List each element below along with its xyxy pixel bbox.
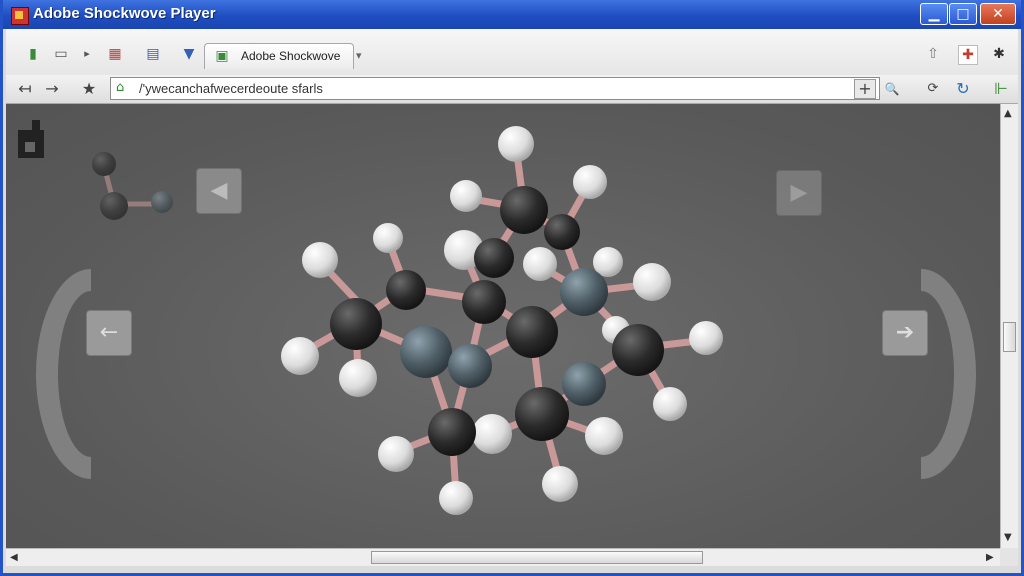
navigation-bar: ↤ → ★ ⌂ /'ywecanchafwecerdeoute sfarls +… [6, 75, 1018, 104]
scrollbar-corner [1000, 548, 1018, 566]
minimize-button[interactable]: ▁ [920, 3, 948, 25]
molecule-3d-view[interactable] [6, 104, 1000, 548]
back-icon[interactable]: ↤ [14, 78, 36, 100]
small-molecule-thumbnail [92, 152, 173, 220]
tab-page-icon: ▣ [215, 48, 229, 64]
extension-icon[interactable]: ⊩ [990, 78, 1012, 100]
horizontal-scrollbar[interactable]: ◀ ▶ [6, 548, 1000, 566]
scroll-right-arrow[interactable]: ▶ [986, 552, 994, 563]
tab-shockwave[interactable]: ▣ Adobe Shockwove [204, 43, 354, 69]
filter-icon[interactable]: ▼ [180, 45, 198, 63]
search-icon[interactable]: 🔍 [881, 78, 903, 100]
app-icon [11, 7, 29, 25]
window-title: Adobe Shockwove Player [33, 5, 216, 22]
vertical-scrollbar[interactable]: ▲ ▼ [1000, 104, 1018, 548]
copy-icon[interactable]: ▭ [52, 45, 70, 63]
close-button[interactable]: ✕ [980, 3, 1016, 25]
tab-label: Adobe Shockwove [241, 49, 341, 63]
addon-icon[interactable]: ✚ [958, 45, 978, 65]
title-bar[interactable]: Adobe Shockwove Player ▁ □ ✕ [3, 0, 1021, 29]
secure-page-icon: ⌂ [116, 80, 125, 95]
shockwave-canvas[interactable]: ← ➔ ◀ ▶ [6, 104, 1000, 548]
scroll-down-arrow[interactable]: ▼ [1004, 532, 1012, 543]
print-icon[interactable]: ▦ [106, 45, 124, 63]
app-window: Adobe Shockwove Player ▁ □ ✕ ▮ ▭ ▸ ▦ ▤ ▼… [0, 0, 1024, 576]
vertical-scroll-thumb[interactable] [1003, 322, 1016, 352]
tab-toolbar: ▮ ▭ ▸ ▦ ▤ ▼ ▣ Adobe Shockwove ▾ ⇧ ✚ ✱ [6, 29, 1018, 76]
play-icon[interactable]: ▸ [78, 45, 96, 63]
add-icon[interactable]: + [854, 79, 876, 99]
url-input[interactable]: /'ywecanchafwecerdeoute sfarls [139, 81, 323, 96]
tab-dropdown-icon[interactable]: ▾ [356, 49, 362, 62]
maximize-button[interactable]: □ [949, 3, 977, 25]
settings-icon[interactable]: ✱ [990, 45, 1008, 63]
upload-icon[interactable]: ⇧ [924, 45, 942, 63]
loading-icon[interactable]: ⟳ [922, 78, 944, 100]
page-icon[interactable]: ▮ [24, 45, 42, 63]
scroll-up-arrow[interactable]: ▲ [1004, 108, 1012, 119]
forward-icon[interactable]: → [41, 78, 63, 100]
horizontal-scroll-thumb[interactable] [371, 551, 703, 564]
refresh-icon[interactable]: ↻ [952, 78, 974, 100]
document-icon[interactable]: ▤ [144, 45, 162, 63]
bookmark-icon[interactable]: ★ [78, 78, 100, 100]
scroll-left-arrow[interactable]: ◀ [10, 552, 18, 563]
address-bar[interactable]: ⌂ /'ywecanchafwecerdeoute sfarls [110, 77, 880, 100]
